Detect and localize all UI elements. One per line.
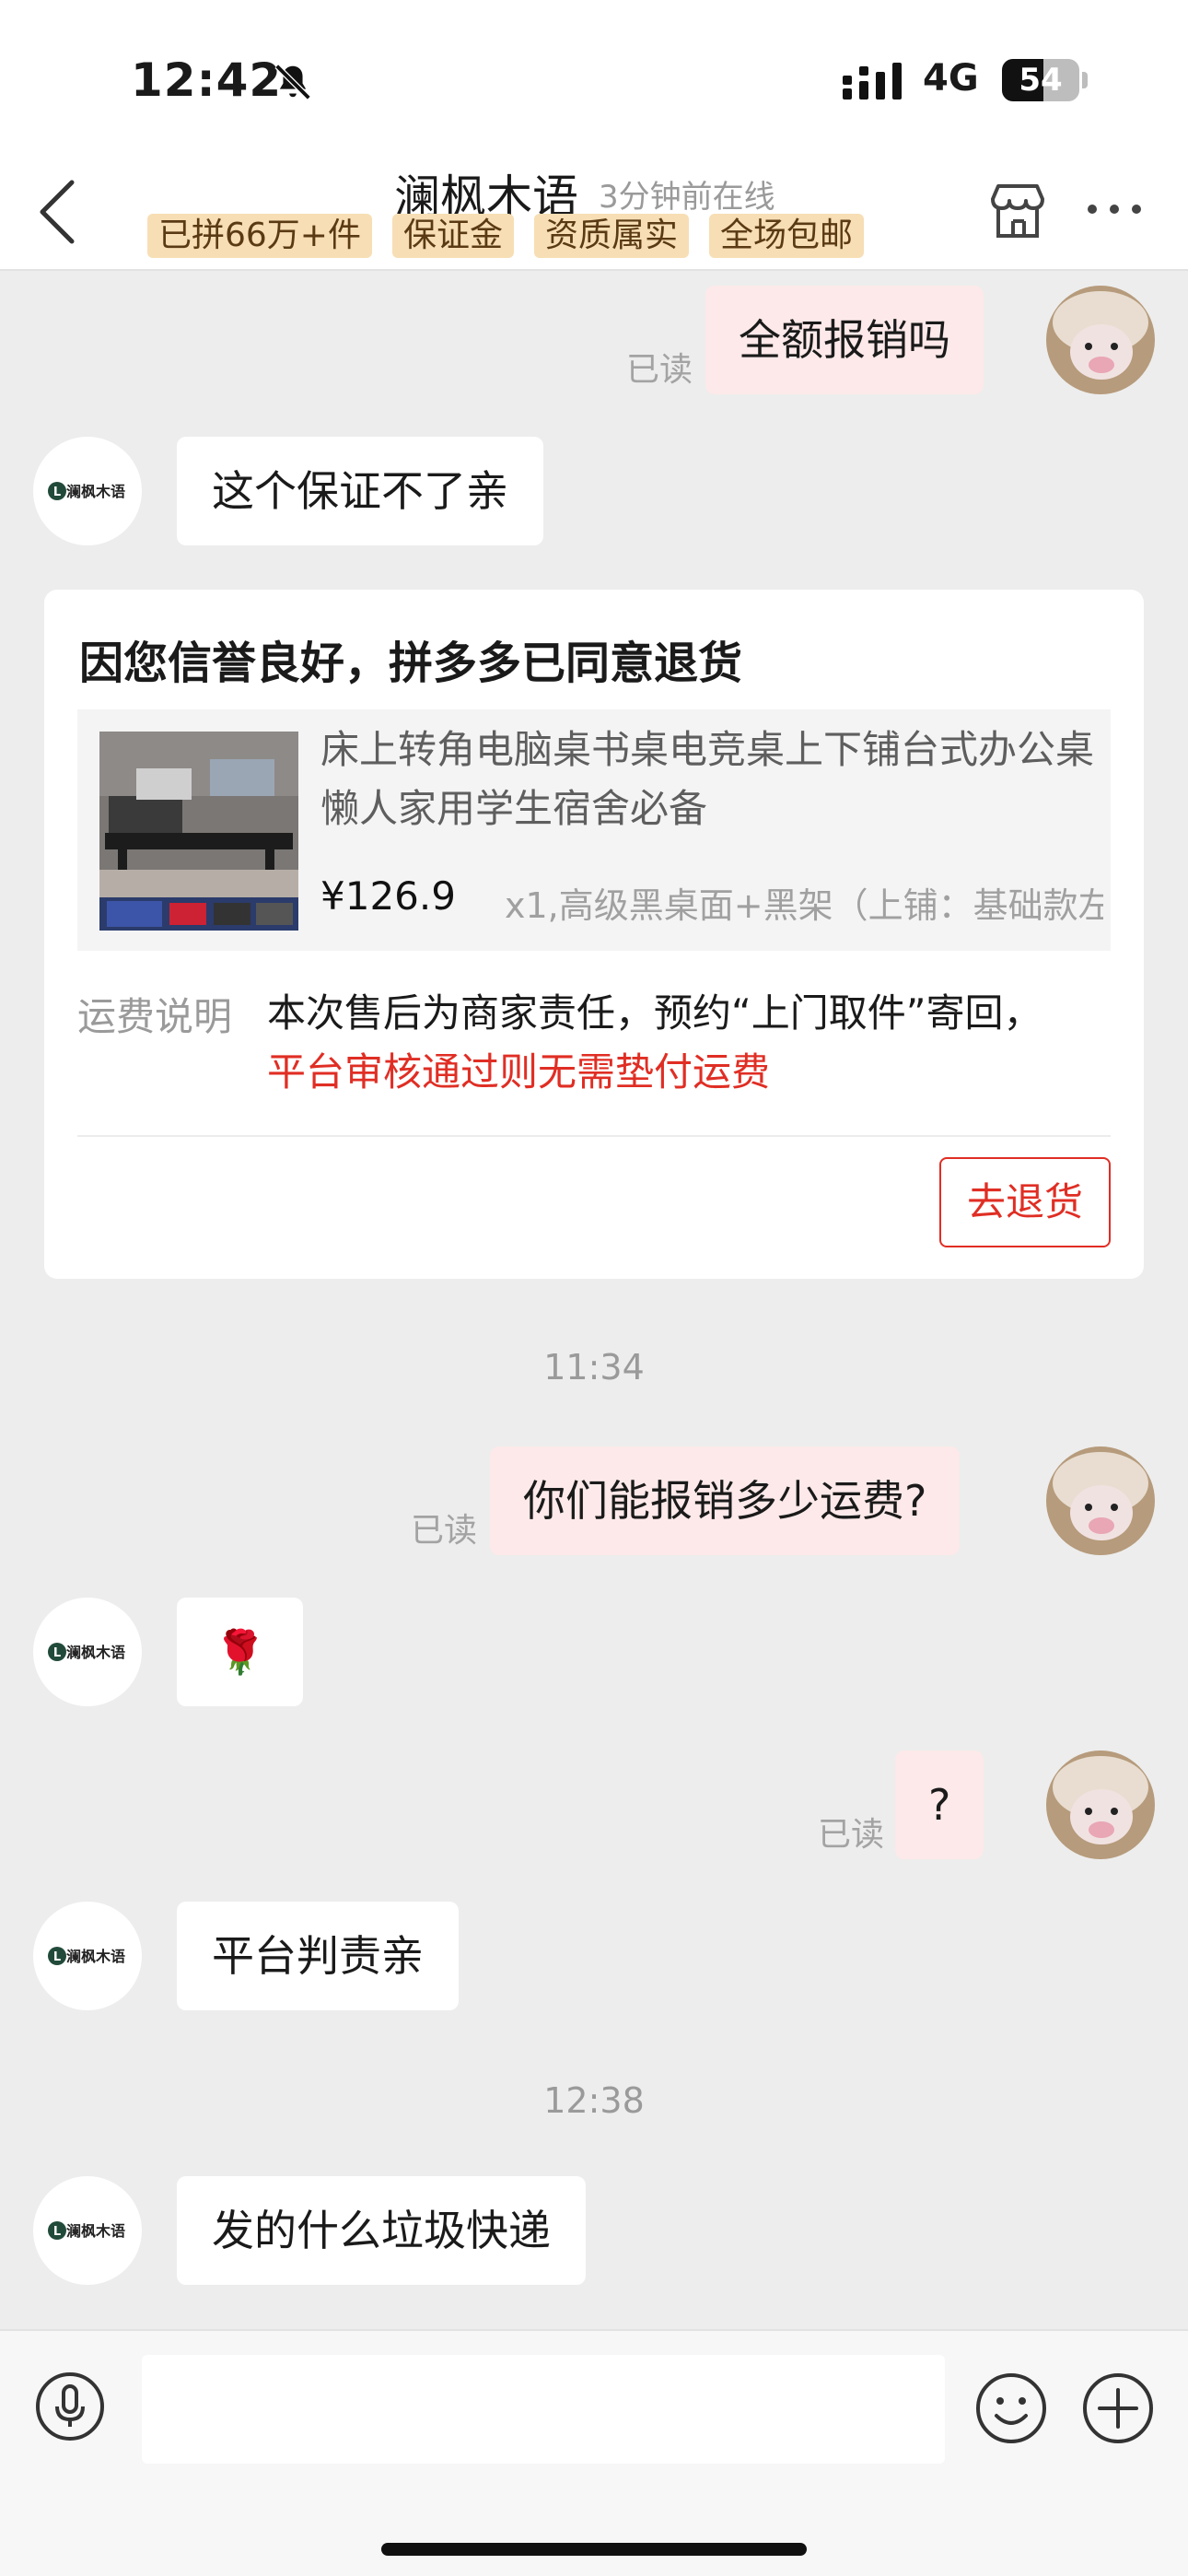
return-approved-card: 因您信誉良好，拼多多已同意退货 床上转角电脑桌书桌电竞桌上下铺台式办公桌懒人家用…: [44, 590, 1144, 1279]
microphone-icon[interactable]: [35, 2371, 105, 2441]
more-options-icon[interactable]: [1085, 195, 1144, 223]
shipping-text: 本次售后为商家责任，预约“上门取件”寄回，: [267, 990, 1042, 1036]
chat-input-bar: [0, 2329, 1188, 2576]
shop-message-text: 发的什么垃圾快递: [212, 2206, 551, 2255]
shop-avatar-letter: L: [53, 2225, 61, 2239]
shop-message-bubble[interactable]: 平台判责亲: [177, 1902, 459, 2010]
badge-sold-count: 已拼66万+件: [147, 214, 372, 258]
user-avatar[interactable]: [1046, 286, 1155, 394]
shop-avatar-text: 澜枫木语: [66, 2222, 125, 2240]
product-price: ¥126.9: [320, 873, 456, 919]
card-title: 因您信誉良好，拼多多已同意退货: [79, 638, 743, 689]
bell-muted-icon: [274, 64, 311, 100]
rose-emoji: 🌹: [214, 1627, 267, 1677]
battery-icon: 54: [1002, 59, 1079, 101]
network-type: 4G: [923, 57, 979, 100]
status-bar: 12:42 4G 54: [0, 0, 1188, 147]
message-input[interactable]: [142, 2355, 945, 2464]
user-avatar[interactable]: [1046, 1446, 1155, 1555]
battery-tip: [1082, 72, 1088, 88]
back-arrow-icon[interactable]: [33, 175, 85, 249]
home-indicator[interactable]: [381, 2543, 807, 2556]
shop-avatar-letter: L: [53, 486, 61, 499]
status-time: 12:42: [131, 53, 283, 107]
my-message-bubble[interactable]: ?: [895, 1751, 984, 1859]
shop-message-bubble[interactable]: 这个保证不了亲: [177, 437, 543, 545]
shop-message-text: 这个保证不了亲: [212, 466, 508, 516]
product-info[interactable]: 床上转角电脑桌书桌电竞桌上下铺台式办公桌懒人家用学生宿舍必备 ¥126.9 x1…: [77, 709, 1111, 951]
user-avatar[interactable]: [1046, 1751, 1155, 1859]
shipping-label: 运费说明: [77, 994, 233, 1039]
product-title: 床上转角电脑桌书桌电竞桌上下铺台式办公桌懒人家用学生宿舍必备: [320, 727, 1095, 831]
plus-icon[interactable]: [1081, 2371, 1155, 2445]
badge-deposit: 保证金: [391, 214, 514, 258]
shop-avatar-text: 澜枫木语: [66, 483, 125, 500]
shop-avatar-text: 澜枫木语: [66, 1948, 125, 1965]
signal-icon: [843, 63, 902, 100]
store-icon[interactable]: [985, 179, 1050, 243]
shop-avatar[interactable]: L 澜枫木语: [33, 1598, 142, 1706]
card-divider: [77, 1135, 1111, 1137]
badge-verified: 资质属实: [534, 214, 690, 258]
shop-avatar[interactable]: L 澜枫木语: [33, 1902, 142, 2010]
my-message-bubble[interactable]: 全额报销吗: [705, 286, 984, 394]
shipping-highlight: 平台审核通过则无需垫付运费: [267, 1049, 771, 1095]
shop-avatar-letter: L: [53, 1646, 61, 1660]
shop-avatar[interactable]: L 澜枫木语: [33, 2176, 142, 2285]
chat-timestamp: 12:38: [543, 2080, 645, 2121]
product-spec: x1,高级黑桌面+黑架（上铺：基础款左: [505, 885, 1103, 926]
shop-avatar[interactable]: L 澜枫木语: [33, 437, 142, 545]
chat-header: 澜枫木语 3分钟前在线 已拼66万+件 保证金 资质属实 全场包邮: [0, 147, 1188, 271]
read-receipt: 已读: [818, 1816, 885, 1854]
shop-message-text: 平台判责亲: [212, 1931, 424, 1981]
shop-message-bubble[interactable]: 发的什么垃圾快递: [177, 2176, 586, 2285]
online-status: 3分钟前在线: [599, 179, 775, 216]
read-receipt: 已读: [626, 351, 693, 389]
shop-avatar-text: 澜枫木语: [66, 1644, 125, 1661]
go-return-button[interactable]: 去退货: [939, 1157, 1111, 1247]
battery-level: 54: [1019, 62, 1063, 99]
badge-free-shipping: 全场包邮: [709, 214, 865, 258]
read-receipt: 已读: [411, 1512, 478, 1550]
shop-avatar-letter: L: [53, 1950, 61, 1964]
shop-badges: 已拼66万+件 保证金 资质属实 全场包邮: [147, 214, 865, 258]
product-image: [99, 732, 298, 931]
my-message-bubble[interactable]: 你们能报销多少运费?: [490, 1446, 961, 1555]
emoji-icon[interactable]: [974, 2371, 1048, 2445]
shop-message-bubble[interactable]: 🌹: [177, 1598, 304, 1706]
chat-timestamp: 11:34: [543, 1347, 645, 1388]
shipping-note: 本次售后为商家责任，预约“上门取件”寄回， 平台审核通过则无需垫付运费: [267, 984, 1105, 1102]
